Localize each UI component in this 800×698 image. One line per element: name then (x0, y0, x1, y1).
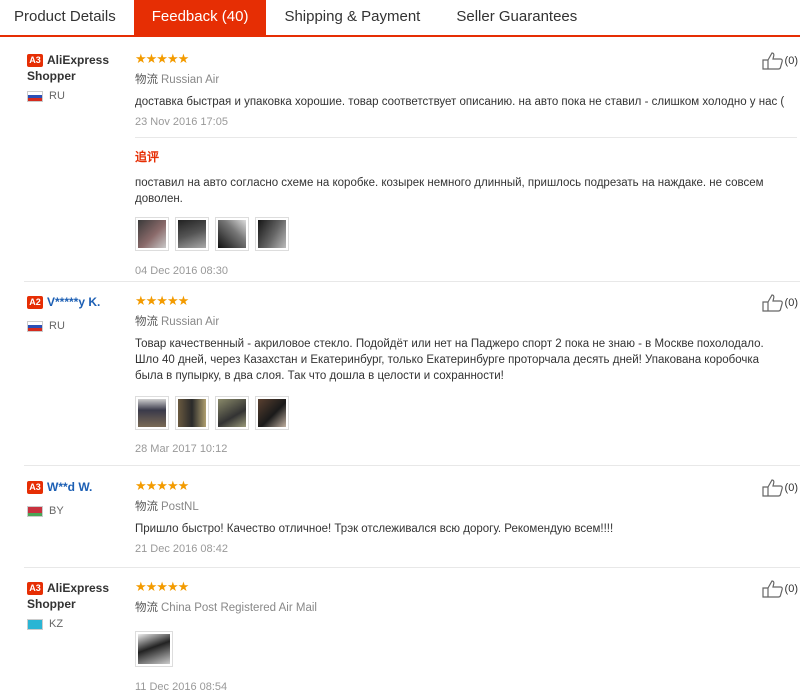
review-text: Товар качественный - акриловое стекло. П… (135, 338, 764, 382)
buyer-level-badge: A2 (27, 296, 43, 309)
thumbs-up-icon (761, 52, 783, 70)
logistics-info: 物流 China Post Registered Air Mail (135, 599, 795, 615)
country-code: RU (49, 90, 65, 102)
followup-photos (135, 217, 795, 251)
review-photo-thumbnail[interactable] (175, 217, 209, 251)
review-photo-thumbnail[interactable] (215, 217, 249, 251)
followup-divider (135, 137, 797, 138)
review-text: доставка быстрая и упаковка хорошие. тов… (135, 96, 785, 108)
reviewer-name: A3 AliExpress Shopper (27, 580, 127, 612)
tab-shipping-payment[interactable]: Shipping & Payment (266, 0, 438, 35)
flag-by-icon (27, 505, 43, 517)
star-rating: ★★★★★ (135, 51, 189, 66)
reviewer-info: A2 V*****y K. RU (27, 294, 127, 332)
review-photo-thumbnail[interactable] (135, 631, 173, 667)
review-photos (135, 396, 795, 430)
star-rating: ★★★★★ (135, 478, 189, 493)
helpful-like-button[interactable]: (0) (761, 52, 798, 70)
review-date: 23 Nov 2016 17:05 (135, 116, 228, 128)
flag-ru-icon (27, 320, 43, 332)
review-date: 21 Dec 2016 08:42 (135, 543, 228, 555)
helpful-like-button[interactable]: (0) (761, 479, 798, 497)
reviewer-country: RU (27, 90, 127, 102)
logistics-label: 物流 (135, 602, 158, 614)
feedback-item: A3 AliExpress Shopper KZ ★★★★★ 物流 China Po… (0, 580, 800, 698)
logistics-value: China Post Registered Air Mail (161, 602, 317, 614)
helpful-like-button[interactable]: (0) (761, 580, 798, 598)
country-code: RU (49, 320, 65, 332)
reviewer-info: A3 AliExpress Shopper RU (27, 52, 127, 102)
thumbs-up-icon (761, 580, 783, 598)
review-photo-thumbnail[interactable] (215, 396, 249, 430)
followup-text: поставил на авто согласно схеме на короб… (135, 177, 764, 205)
like-count: (0) (784, 583, 798, 595)
reviewer-info: A3 W**d W. BY (27, 479, 127, 517)
helpful-like-button[interactable]: (0) (761, 294, 798, 312)
reviewer-name-text[interactable]: W**d W. (47, 480, 92, 494)
followup-label: 追评 (135, 150, 160, 164)
reviewer-country: BY (27, 505, 127, 517)
feedback-item: A3 AliExpress Shopper RU ★★★★★ 物流 Russian … (0, 52, 800, 282)
reviewer-name: A2 V*****y K. (27, 294, 127, 310)
review-tabs: Product Details Feedback (40) Shipping &… (0, 0, 800, 37)
reviewer-name-text[interactable]: V*****y K. (47, 295, 100, 309)
review-content: ★★★★★ 物流 Russian Air доставка быстрая и у… (135, 51, 797, 277)
tab-product-details[interactable]: Product Details (0, 0, 134, 35)
review-text: Пришло быстро! Качество отличное! Трэк о… (135, 523, 614, 535)
feedback-item: A3 W**d W. BY ★★★★★ 物流 PostNL Пришло быстр… (0, 479, 800, 568)
review-date: 28 Mar 2017 10:12 (135, 443, 228, 455)
reviewer-info: A3 AliExpress Shopper KZ (27, 580, 127, 630)
logistics-label: 物流 (135, 501, 158, 513)
review-photo-thumbnail[interactable] (175, 396, 209, 430)
like-count: (0) (784, 482, 798, 494)
tab-feedback[interactable]: Feedback (40) (133, 0, 267, 35)
buyer-level-badge: A3 (27, 481, 43, 494)
star-rating: ★★★★★ (135, 293, 189, 308)
review-content: ★★★★★ 物流 China Post Registered Air Mail 1… (135, 580, 795, 693)
thumbs-up-icon (761, 479, 783, 497)
logistics-info: 物流 Russian Air (135, 313, 795, 329)
review-photo-thumbnail[interactable] (255, 217, 289, 251)
logistics-info: 物流 Russian Air (135, 71, 795, 87)
feedback-item: A2 V*****y K. RU ★★★★★ 物流 Russian Air Това… (0, 294, 800, 466)
like-count: (0) (784, 55, 798, 67)
logistics-label: 物流 (135, 316, 158, 328)
review-content: ★★★★★ 物流 Russian Air Товар качественный -… (135, 294, 795, 455)
reviewer-country: KZ (27, 618, 127, 630)
reviewer-name: A3 W**d W. (27, 479, 127, 495)
logistics-value: Russian Air (161, 316, 220, 328)
like-count: (0) (784, 297, 798, 309)
logistics-info: 物流 PostNL (135, 498, 795, 514)
review-photo-thumbnail[interactable] (255, 396, 289, 430)
review-photos (135, 631, 795, 667)
flag-kz-icon (27, 618, 43, 630)
review-photo-thumbnail[interactable] (135, 396, 169, 430)
logistics-label: 物流 (135, 74, 158, 86)
country-code: BY (49, 505, 64, 517)
review-photo-thumbnail[interactable] (135, 217, 169, 251)
star-rating: ★★★★★ (135, 579, 189, 594)
reviewer-name: A3 AliExpress Shopper (27, 52, 127, 84)
buyer-level-badge: A3 (27, 54, 43, 67)
buyer-level-badge: A3 (27, 582, 43, 595)
reviewer-country: RU (27, 320, 127, 332)
thumbs-up-icon (761, 294, 783, 312)
flag-ru-icon (27, 90, 43, 102)
logistics-value: Russian Air (161, 74, 220, 86)
tab-seller-guarantees[interactable]: Seller Guarantees (438, 0, 595, 35)
logistics-value: PostNL (161, 501, 199, 513)
review-content: ★★★★★ 物流 PostNL Пришло быстро! Качество о… (135, 478, 795, 556)
followup-date: 04 Dec 2016 08:30 (135, 265, 228, 277)
country-code: KZ (49, 618, 64, 630)
review-date: 11 Dec 2016 08:54 (135, 681, 228, 693)
